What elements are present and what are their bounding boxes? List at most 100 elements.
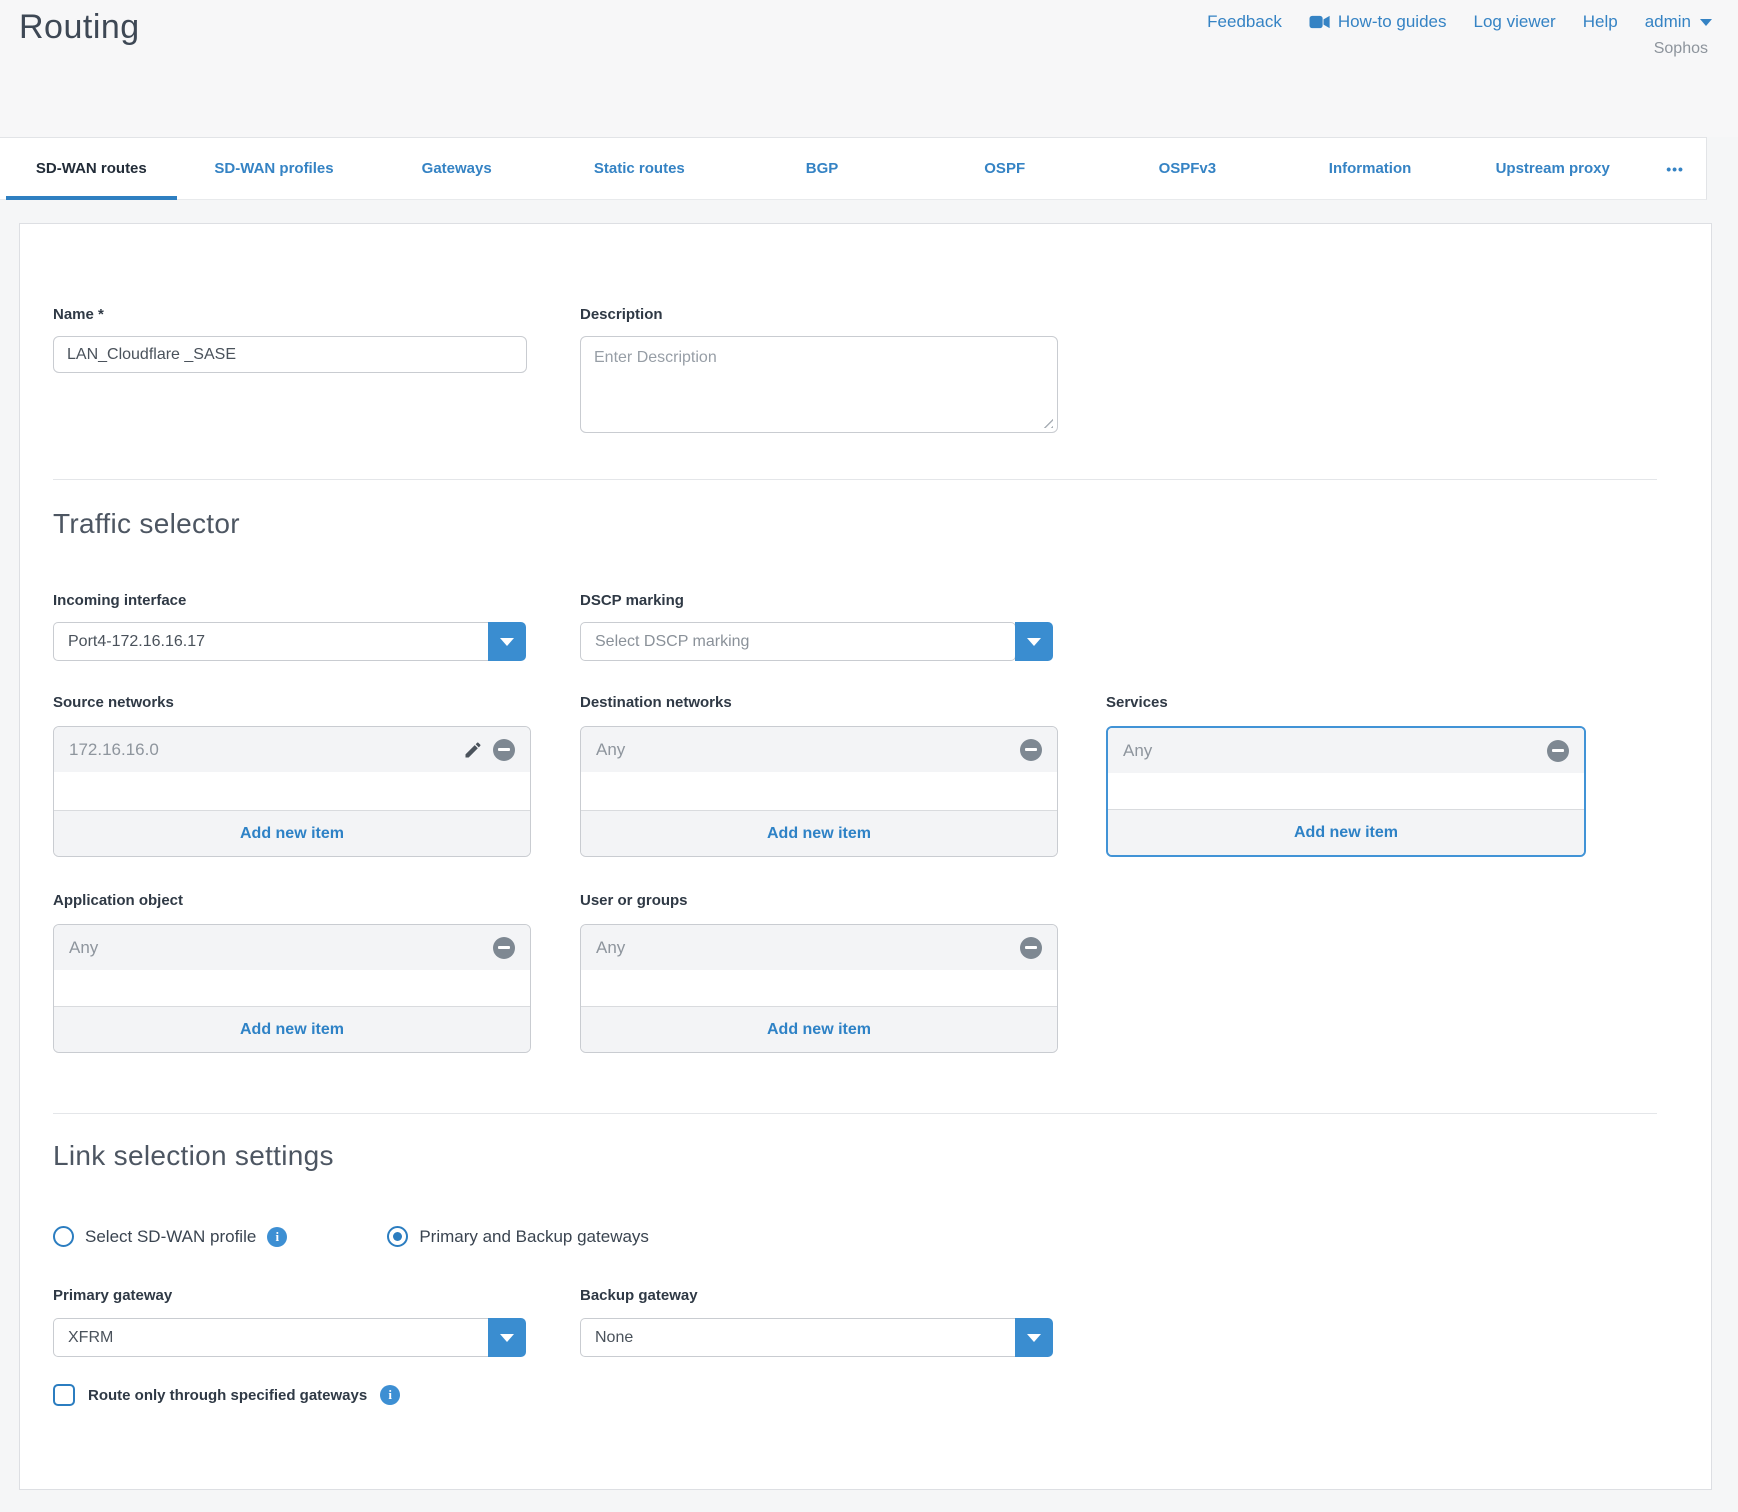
section-divider: [53, 1113, 1657, 1114]
tab-static-routes[interactable]: Static routes: [548, 138, 731, 199]
incoming-interface-value[interactable]: Port4-172.16.16.17: [53, 622, 488, 661]
minus-circle-icon[interactable]: [493, 739, 515, 761]
destination-networks-item: Any: [581, 727, 1057, 772]
primary-gateway-dropdown[interactable]: XFRM: [53, 1318, 526, 1357]
dscp-marking-placeholder[interactable]: Select DSCP marking: [580, 622, 1016, 661]
info-icon[interactable]: i: [380, 1385, 400, 1405]
source-networks-item: 172.16.16.0: [54, 727, 530, 772]
source-networks-box: 172.16.16.0 Add new item: [53, 726, 531, 857]
destination-networks-empty-area: [581, 772, 1057, 810]
tab-gateways[interactable]: Gateways: [365, 138, 548, 199]
dscp-marking-dropdown[interactable]: Select DSCP marking: [580, 622, 1053, 661]
more-tabs-icon[interactable]: •••: [1644, 138, 1706, 199]
radio-button-icon[interactable]: [53, 1226, 74, 1247]
name-input[interactable]: [53, 336, 527, 373]
radio-primary-backup-gateways[interactable]: Primary and Backup gateways: [387, 1226, 649, 1247]
services-item: Any: [1108, 728, 1584, 773]
source-networks-add-button[interactable]: Add new item: [54, 810, 530, 856]
description-textarea[interactable]: [580, 336, 1058, 433]
tab-information[interactable]: Information: [1279, 138, 1462, 199]
services-box: Any Add new item: [1106, 726, 1586, 857]
source-networks-item-value: 172.16.16.0: [69, 740, 159, 760]
howto-guides-link[interactable]: How-to guides: [1309, 12, 1447, 32]
backup-gateway-label: Backup gateway: [580, 1287, 698, 1304]
name-label: Name *: [53, 306, 104, 323]
minus-circle-icon[interactable]: [493, 937, 515, 959]
feedback-link[interactable]: Feedback: [1207, 12, 1282, 32]
route-only-checkbox[interactable]: [53, 1384, 75, 1406]
sdwan-route-form-panel: Name * Description Traffic selector Inco…: [19, 223, 1712, 1490]
header-links: Feedback How-to guides Log viewer Help a…: [1207, 12, 1712, 32]
help-link[interactable]: Help: [1583, 12, 1618, 32]
log-viewer-link[interactable]: Log viewer: [1474, 12, 1556, 32]
tab-ospfv3[interactable]: OSPFv3: [1096, 138, 1279, 199]
route-only-row: Route only through specified gateways i: [53, 1384, 400, 1406]
incoming-interface-dropdown-button[interactable]: [488, 622, 526, 661]
radio-select-sdwan-profile-label: Select SD-WAN profile: [85, 1227, 256, 1247]
backup-gateway-dropdown-button[interactable]: [1015, 1318, 1053, 1357]
services-empty-area: [1108, 773, 1584, 809]
tab-upstream-proxy[interactable]: Upstream proxy: [1461, 138, 1644, 199]
admin-label: admin: [1645, 12, 1691, 32]
user-groups-box: Any Add new item: [580, 924, 1058, 1053]
tab-sdwan-profiles[interactable]: SD-WAN profiles: [183, 138, 366, 199]
user-groups-add-button[interactable]: Add new item: [581, 1006, 1057, 1052]
section-divider: [53, 479, 1657, 480]
dscp-marking-dropdown-button[interactable]: [1015, 622, 1053, 661]
info-icon[interactable]: i: [267, 1227, 287, 1247]
page-header: Routing Feedback How-to guides Log viewe…: [0, 0, 1738, 137]
services-add-button[interactable]: Add new item: [1108, 809, 1584, 855]
dropdown-caret-icon: [500, 638, 514, 646]
application-object-item-value: Any: [69, 938, 98, 958]
description-label: Description: [580, 306, 663, 323]
link-selection-radio-row: Select SD-WAN profile i Primary and Back…: [53, 1226, 649, 1247]
caret-down-icon: [1700, 19, 1712, 26]
destination-networks-add-button[interactable]: Add new item: [581, 810, 1057, 856]
backup-gateway-value[interactable]: None: [580, 1318, 1015, 1357]
traffic-selector-heading: Traffic selector: [53, 508, 240, 540]
destination-networks-box: Any Add new item: [580, 726, 1058, 857]
backup-gateway-dropdown[interactable]: None: [580, 1318, 1053, 1357]
routing-tabbar: SD-WAN routes SD-WAN profiles Gateways S…: [0, 137, 1707, 200]
services-item-value: Any: [1123, 741, 1152, 761]
radio-select-sdwan-profile[interactable]: Select SD-WAN profile i: [53, 1226, 287, 1247]
primary-gateway-value[interactable]: XFRM: [53, 1318, 488, 1357]
destination-networks-item-value: Any: [596, 740, 625, 760]
application-object-empty-area: [54, 970, 530, 1006]
pencil-icon[interactable]: [463, 740, 483, 760]
primary-gateway-dropdown-button[interactable]: [488, 1318, 526, 1357]
route-only-label: Route only through specified gateways: [88, 1387, 367, 1404]
application-object-add-button[interactable]: Add new item: [54, 1006, 530, 1052]
user-groups-item-value: Any: [596, 938, 625, 958]
incoming-interface-label: Incoming interface: [53, 592, 186, 609]
link-selection-heading: Link selection settings: [53, 1140, 334, 1172]
brand-label: Sophos: [1654, 40, 1708, 58]
admin-menu[interactable]: admin: [1645, 12, 1712, 32]
feedback-label: Feedback: [1207, 12, 1282, 32]
user-groups-label: User or groups: [580, 892, 688, 909]
tab-bgp[interactable]: BGP: [731, 138, 914, 199]
radio-button-checked-icon[interactable]: [387, 1226, 408, 1247]
tab-ospf[interactable]: OSPF: [913, 138, 1096, 199]
user-groups-empty-area: [581, 970, 1057, 1006]
application-object-item: Any: [54, 925, 530, 970]
destination-networks-label: Destination networks: [580, 694, 732, 711]
description-field-wrap: [580, 336, 1058, 433]
tab-sdwan-routes[interactable]: SD-WAN routes: [0, 138, 183, 199]
page-title: Routing: [19, 8, 140, 47]
dropdown-caret-icon: [1027, 638, 1041, 646]
application-object-label: Application object: [53, 892, 183, 909]
dscp-marking-label: DSCP marking: [580, 592, 684, 609]
incoming-interface-dropdown[interactable]: Port4-172.16.16.17: [53, 622, 526, 661]
dropdown-caret-icon: [500, 1334, 514, 1342]
minus-circle-icon[interactable]: [1547, 740, 1569, 762]
log-viewer-label: Log viewer: [1474, 12, 1556, 32]
radio-primary-backup-gateways-label: Primary and Backup gateways: [419, 1227, 649, 1247]
minus-circle-icon[interactable]: [1020, 739, 1042, 761]
minus-circle-icon[interactable]: [1020, 937, 1042, 959]
services-label: Services: [1106, 694, 1168, 711]
source-networks-label: Source networks: [53, 694, 174, 711]
video-icon: [1309, 15, 1331, 29]
source-networks-empty-area: [54, 772, 530, 810]
dropdown-caret-icon: [1027, 1334, 1041, 1342]
